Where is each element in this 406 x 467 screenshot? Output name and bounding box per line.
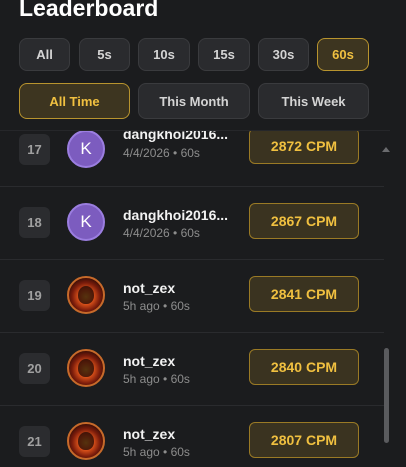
- avatar: K: [67, 131, 105, 168]
- period-all-time[interactable]: All Time: [19, 83, 130, 119]
- username[interactable]: dangkhoi2016...: [123, 131, 228, 142]
- cpm-badge: 2867 CPM: [249, 203, 359, 239]
- filter-15s[interactable]: 15s: [198, 38, 250, 71]
- period-this-week[interactable]: This Week: [258, 83, 369, 119]
- scrollbar-thumb[interactable]: [384, 348, 389, 443]
- leaderboard-list[interactable]: 17 K dangkhoi2016... 4/4/2026 • 60s 2872…: [0, 130, 390, 467]
- username[interactable]: dangkhoi2016...: [123, 207, 228, 223]
- row-meta: 5h ago • 60s: [123, 299, 190, 313]
- rank-badge: 20: [19, 353, 50, 384]
- avatar: K: [67, 203, 105, 241]
- cpm-badge: 2840 CPM: [249, 349, 359, 385]
- cpm-badge: 2807 CPM: [249, 422, 359, 458]
- avatar: [67, 422, 105, 460]
- avatar: [67, 276, 105, 314]
- filter-60s[interactable]: 60s: [317, 38, 369, 71]
- row-meta: 4/4/2026 • 60s: [123, 226, 200, 240]
- rank-badge: 18: [19, 207, 50, 238]
- row-meta: 5h ago • 60s: [123, 445, 190, 459]
- filter-all[interactable]: All: [19, 38, 70, 71]
- avatar: [67, 349, 105, 387]
- username[interactable]: not_zex: [123, 353, 175, 369]
- row-meta: 4/4/2026 • 60s: [123, 146, 200, 160]
- leaderboard-row[interactable]: 17 K dangkhoi2016... 4/4/2026 • 60s 2872…: [0, 131, 384, 187]
- filter-30s[interactable]: 30s: [258, 38, 309, 71]
- leaderboard-row[interactable]: 21 not_zex 5h ago • 60s 2807 CPM: [0, 405, 384, 467]
- rank-badge: 19: [19, 280, 50, 311]
- rank-badge: 21: [19, 426, 50, 457]
- cpm-badge: 2872 CPM: [249, 131, 359, 164]
- period-this-month[interactable]: This Month: [138, 83, 250, 119]
- filter-10s[interactable]: 10s: [138, 38, 190, 71]
- leaderboard-row[interactable]: 20 not_zex 5h ago • 60s 2840 CPM: [0, 332, 384, 406]
- leaderboard-row[interactable]: 19 not_zex 5h ago • 60s 2841 CPM: [0, 259, 384, 333]
- leaderboard-row[interactable]: 18 K dangkhoi2016... 4/4/2026 • 60s 2867…: [0, 186, 384, 260]
- username[interactable]: not_zex: [123, 280, 175, 296]
- cpm-badge: 2841 CPM: [249, 276, 359, 312]
- filter-5s[interactable]: 5s: [79, 38, 130, 71]
- row-meta: 5h ago • 60s: [123, 372, 190, 386]
- rank-badge: 17: [19, 134, 50, 165]
- page-title: Leaderboard: [19, 0, 159, 21]
- scroll-up-arrow-icon[interactable]: [382, 147, 390, 152]
- username[interactable]: not_zex: [123, 426, 175, 442]
